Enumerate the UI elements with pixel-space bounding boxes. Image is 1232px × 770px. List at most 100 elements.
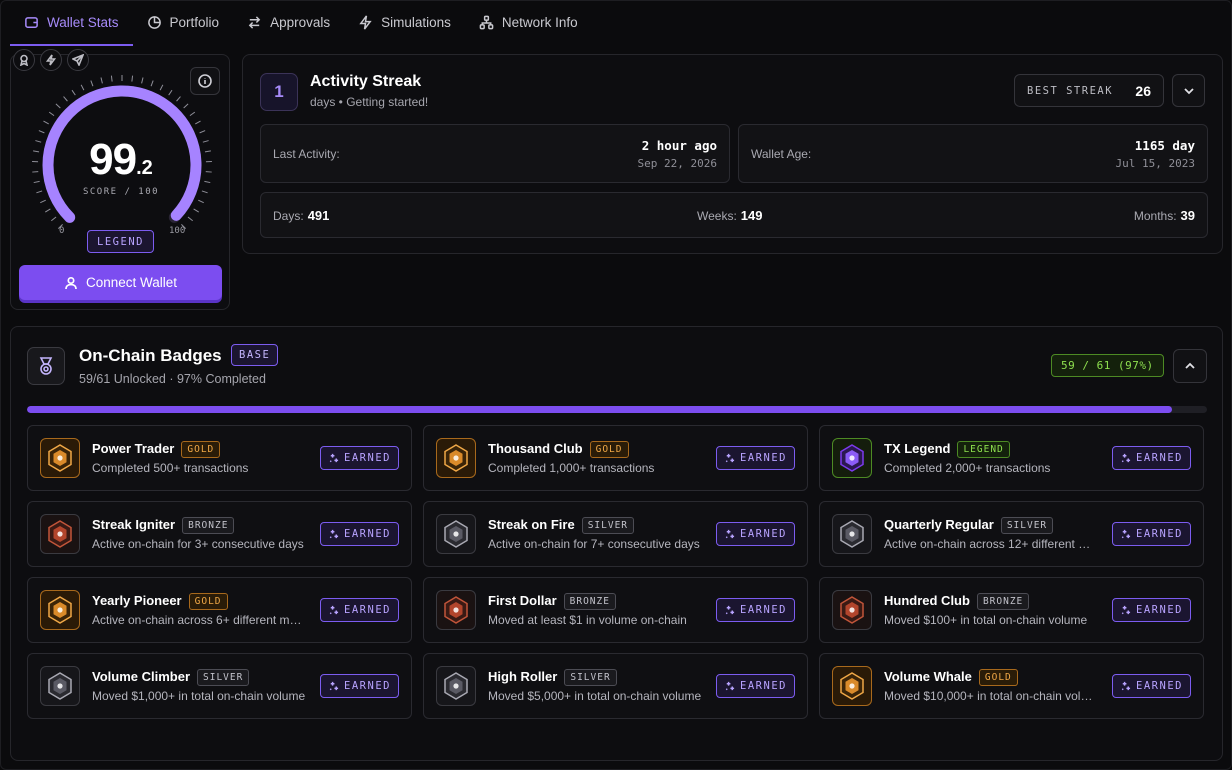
badge-description: Moved $5,000+ in total on-chain volume xyxy=(488,689,702,703)
badges-progress-bar xyxy=(27,406,1207,413)
badge-tier: BRONZE xyxy=(563,593,616,610)
earned-label: EARNED xyxy=(344,680,391,692)
sparkle-icon xyxy=(725,453,735,462)
badge-card[interactable]: Quarterly Regular SILVER Active on-chain a… xyxy=(819,501,1204,567)
last-activity-label: Last Activity: xyxy=(273,147,340,161)
badge-card[interactable]: Yearly Pioneer GOLD Active on-chain across… xyxy=(27,577,412,643)
sparkle-icon xyxy=(725,605,735,614)
badge-name: TX Legend LEGEND xyxy=(884,441,1010,458)
sparkle-icon xyxy=(725,681,735,690)
badge-card[interactable]: First Dollar BRONZE Moved at least $1 in v… xyxy=(423,577,808,643)
streak-expand-button[interactable] xyxy=(1172,74,1205,107)
badge-card[interactable]: Hundred Club BRONZE Moved $100+ in total o… xyxy=(819,577,1204,643)
badge-description: Completed 1,000+ transactions xyxy=(488,461,655,475)
gauge-tick xyxy=(195,120,201,125)
network-badge: BASE xyxy=(231,344,279,366)
badge-card[interactable]: Thousand Club GOLD Completed 1,000+ transa… xyxy=(423,425,808,491)
streak-count: 1 xyxy=(260,73,298,111)
tab-wallet-stats[interactable]: Wallet Stats xyxy=(10,1,133,46)
badge-card[interactable]: High Roller SILVER Moved $5,000+ in total … xyxy=(423,653,808,719)
badge-name: Quarterly Regular SILVER xyxy=(884,517,1054,534)
score-label: SCORE / 100 xyxy=(82,187,160,197)
whale-icon xyxy=(840,672,864,700)
send-icon xyxy=(72,54,84,66)
earned-label: EARNED xyxy=(740,680,787,692)
badge-name: Streak on Fire SILVER xyxy=(488,517,635,534)
tab-network-info[interactable]: Network Info xyxy=(465,1,592,46)
send-button[interactable] xyxy=(67,49,89,71)
earned-label: EARNED xyxy=(1136,680,1183,692)
badge-grid: Power Trader GOLD Completed 500+ transacti… xyxy=(27,425,1207,719)
badge-title: Power Trader xyxy=(92,441,175,456)
badge-tier: GOLD xyxy=(978,669,1018,686)
tab-label: Network Info xyxy=(501,15,578,30)
badge-description: Moved $1,000+ in total on-chain volume xyxy=(92,689,306,703)
flame-icon xyxy=(444,520,468,548)
sparkle-icon xyxy=(725,529,735,538)
gauge-tick xyxy=(131,75,134,82)
weeks-label: Weeks: xyxy=(697,209,737,223)
badge-medal xyxy=(40,590,80,630)
badge-card[interactable]: Volume Climber SILVER Moved $1,000+ in tot… xyxy=(27,653,412,719)
crown-icon xyxy=(840,444,864,472)
connect-wallet-button[interactable]: Connect Wallet xyxy=(19,265,222,300)
gauge-tick xyxy=(40,199,46,204)
bolt-icon xyxy=(359,15,372,30)
badge-card[interactable]: Streak Igniter BRONZE Active on-chain for … xyxy=(27,501,412,567)
badge-medal xyxy=(832,590,872,630)
sparkle-icon xyxy=(1121,453,1131,462)
earned-badge: EARNED xyxy=(1112,598,1191,622)
badge-name: Power Trader GOLD xyxy=(92,441,221,458)
tab-simulations[interactable]: Simulations xyxy=(344,1,465,46)
earned-label: EARNED xyxy=(344,528,391,540)
badge-card[interactable]: Streak on Fire SILVER Active on-chain for … xyxy=(423,501,808,567)
earned-badge: EARNED xyxy=(1112,522,1191,546)
badges-collapse-button[interactable] xyxy=(1173,349,1207,383)
tab-label: Portfolio xyxy=(169,15,220,30)
tab-approvals[interactable]: Approvals xyxy=(233,1,344,46)
chevron-up-icon xyxy=(1185,362,1195,369)
score-card: 99.2 SCORE / 100 0 100 LEGEND Connect Wa… xyxy=(10,49,230,310)
layers-icon xyxy=(444,444,468,472)
sparkle-icon xyxy=(329,453,339,462)
earned-label: EARNED xyxy=(344,452,391,464)
months-value: 39 xyxy=(1180,208,1195,223)
last-activity-value: 2 hour ago xyxy=(641,138,717,153)
gauge-tick xyxy=(43,120,49,125)
gauge-tick xyxy=(100,77,103,84)
bolt-icon xyxy=(45,54,57,66)
sparkle-icon xyxy=(329,605,339,614)
badge-tier: GOLD xyxy=(188,593,228,610)
sparkle-icon xyxy=(1121,681,1131,690)
wallet-age-box: Wallet Age: 1165 day Jul 15, 2023 xyxy=(738,124,1208,183)
badge-medal xyxy=(40,438,80,478)
rocket-icon xyxy=(48,444,72,472)
chevron-down-icon xyxy=(1183,87,1194,94)
badge-description: Moved $100+ in total on-chain volume xyxy=(884,613,1088,627)
badge-medal xyxy=(832,514,872,554)
badge-card[interactable]: TX Legend LEGEND Completed 2,000+ transact… xyxy=(819,425,1204,491)
badge-medal xyxy=(436,666,476,706)
best-streak-value: 26 xyxy=(1135,82,1151,99)
gauge-tick xyxy=(198,199,204,204)
activity-streak-card: 1 Activity Streak days • Getting started… xyxy=(242,54,1223,254)
wallet-icon xyxy=(840,596,864,624)
badge-card[interactable]: Power Trader GOLD Completed 500+ transacti… xyxy=(27,425,412,491)
gauge-tick xyxy=(189,111,196,117)
badge-card[interactable]: Volume Whale GOLD Moved $10,000+ in total … xyxy=(819,653,1204,719)
bolt-button[interactable] xyxy=(40,49,62,71)
tab-portfolio[interactable]: Portfolio xyxy=(133,1,234,46)
rank-badge: LEGEND xyxy=(87,230,154,253)
earned-badge: EARNED xyxy=(320,674,399,698)
award-icon xyxy=(19,54,29,66)
tab-label: Wallet Stats xyxy=(47,15,119,30)
award-button[interactable] xyxy=(13,49,35,71)
earned-label: EARNED xyxy=(1136,452,1183,464)
dollar-icon xyxy=(444,596,468,624)
calendar-icon xyxy=(840,520,864,548)
months-stat: Months: 39 xyxy=(1134,208,1195,223)
badge-tier: LEGEND xyxy=(957,441,1010,458)
gauge-tick xyxy=(193,208,199,213)
gauge-max: 100 xyxy=(169,226,186,236)
badge-description: Active on-chain for 3+ consecutive days xyxy=(92,537,304,551)
